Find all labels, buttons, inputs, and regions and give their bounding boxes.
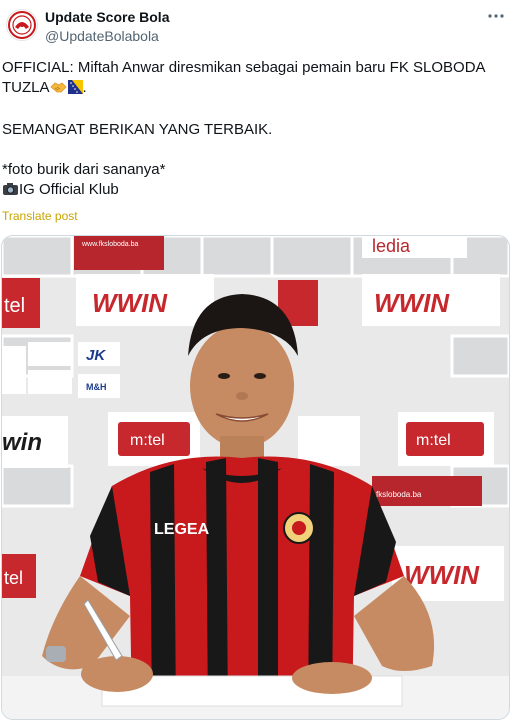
tweet-line: TUZLA. (2, 78, 507, 100)
handshake-emoji (49, 79, 67, 100)
author-handle[interactable]: @UpdateBolabola (45, 28, 159, 44)
club-crest-icon (8, 11, 36, 39)
board-mtel-1: m:tel (130, 432, 165, 449)
signing-photo: www.fksloboda.ba ledia WWIN WWIN tel JK … (2, 236, 509, 719)
author-avatar[interactable] (6, 9, 38, 41)
more-options-icon[interactable] (485, 6, 507, 26)
tweet-line: SEMANGAT BERIKAN YANG TERBAIK. (2, 120, 507, 140)
board-url: www.fksloboda.ba (81, 241, 139, 248)
board-jk: JK (86, 347, 106, 364)
tweet-line: *foto burik dari sananya* (2, 160, 507, 180)
board-tel-1: tel (4, 295, 25, 317)
camera-emoji (2, 182, 19, 202)
board-mtel-2: m:tel (416, 432, 451, 449)
tweet-text: OFFICIAL: Miftah Anwar diresmikan sebaga… (2, 58, 507, 202)
tweet-line-3: SEMANGAT BERIKAN YANG TERBAIK. (2, 121, 273, 138)
board-wwin-3: WWIN (404, 560, 480, 590)
author-name[interactable]: Update Score Bola (45, 9, 169, 25)
translate-post-link[interactable]: Translate post (2, 209, 78, 223)
board-tel-2: tel (4, 568, 23, 588)
tweet-line: OFFICIAL: Miftah Anwar diresmikan sebaga… (2, 58, 507, 78)
jersey-brand: LEGEA (154, 521, 210, 538)
bosnia-flag-emoji (67, 80, 83, 94)
tweet-line-5: IG Official Klub (19, 181, 119, 198)
tweet-line: IG Official Klub (2, 180, 507, 202)
board-mh: M&H (86, 382, 107, 392)
board-url-short: fksloboda.ba (376, 490, 422, 499)
tweet-line-2: TUZLA (2, 79, 50, 96)
board-ledia: ledia (372, 236, 411, 256)
board-wwin-1: WWIN (92, 288, 168, 318)
tweet-line-1: OFFICIAL: Miftah Anwar diresmikan sebaga… (2, 59, 486, 76)
board-win: win (2, 429, 42, 456)
post-photo[interactable]: www.fksloboda.ba ledia WWIN WWIN tel JK … (1, 235, 510, 720)
tweet-line-4: *foto burik dari sananya* (2, 161, 166, 178)
board-wwin-2: WWIN (374, 288, 450, 318)
